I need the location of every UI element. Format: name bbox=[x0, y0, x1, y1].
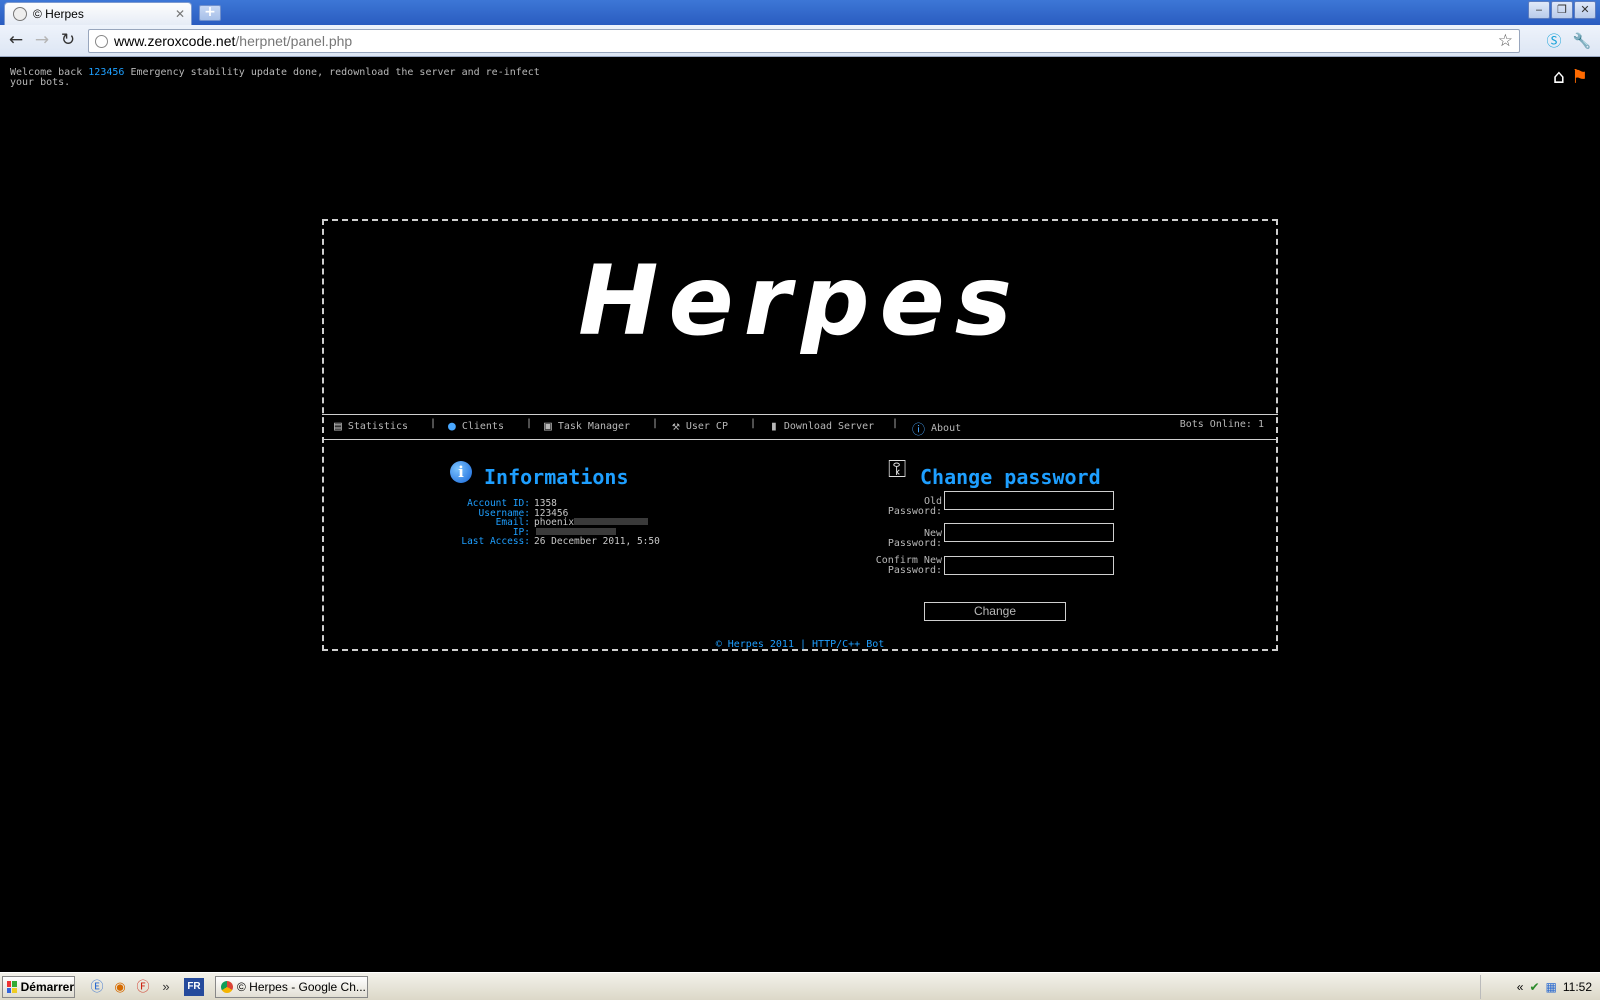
old-password-label: Old Password: bbox=[887, 496, 942, 517]
info-row-email: Email: phoenix bbox=[384, 518, 694, 528]
browser-toolbar: ← → ↻ www.zeroxcode.net/herpnet/panel.ph… bbox=[0, 25, 1600, 57]
welcome-message: Welcome back 123456 Emergency stability … bbox=[10, 67, 540, 88]
nav-separator: | bbox=[430, 418, 437, 429]
globe-icon bbox=[13, 7, 27, 21]
tab-title: © Herpes bbox=[33, 7, 84, 21]
bookmark-star-icon[interactable]: ☆ bbox=[1498, 31, 1513, 51]
tray-expand-icon[interactable]: « bbox=[1517, 980, 1524, 994]
info-icon: i bbox=[450, 461, 472, 483]
windows-logo-icon bbox=[7, 981, 17, 993]
windows-taskbar: Démarrer Ⓔ ◉ Ⓕ » FR © Herpes - Google Ch… bbox=[0, 972, 1600, 1000]
nav-separator: | bbox=[526, 418, 533, 429]
url-text[interactable]: www.zeroxcode.net/herpnet/panel.php bbox=[114, 33, 1492, 49]
home-icon[interactable]: ⌂ bbox=[1553, 67, 1565, 87]
close-tab-icon[interactable]: ✕ bbox=[175, 7, 185, 21]
filezilla-quicklaunch-icon[interactable]: Ⓕ bbox=[134, 978, 152, 996]
wrench-icon: ⚒ bbox=[672, 419, 680, 434]
browser-titlebar: © Herpes ✕ + ‒ ❐ ✕ bbox=[0, 0, 1600, 25]
change-password-button[interactable]: Change bbox=[924, 602, 1066, 621]
nav-clients[interactable]: ● Clients bbox=[448, 419, 504, 434]
firefox-quicklaunch-icon[interactable]: ◉ bbox=[111, 978, 129, 996]
reload-icon[interactable]: ↻ bbox=[58, 30, 78, 50]
account-info: Account ID: 1358 Username: 123456 Email: ph… bbox=[384, 499, 694, 547]
quicklaunch-more-icon[interactable]: » bbox=[157, 978, 175, 996]
user-icon: ● bbox=[448, 419, 456, 434]
info-row-last-access: Last Access: 26 December 2011, 5:50 bbox=[461, 536, 660, 547]
window-controls: ‒ ❐ ✕ bbox=[1528, 1, 1596, 19]
ie-quicklaunch-icon[interactable]: Ⓔ bbox=[88, 978, 106, 996]
main-nav: ▤ Statistics | ● Clients | ▣ Task Manage… bbox=[322, 414, 1278, 440]
clock: 11:52 bbox=[1562, 980, 1592, 994]
new-tab-button[interactable]: + bbox=[199, 5, 221, 21]
new-password-input[interactable] bbox=[944, 523, 1114, 542]
forward-icon[interactable]: → bbox=[32, 30, 52, 50]
herpes-panel: Herpes ▤ Statistics | ● Clients | ▣ Task… bbox=[322, 219, 1278, 651]
redacted-email bbox=[574, 518, 649, 525]
nav-separator: | bbox=[892, 418, 899, 429]
new-password-row: New Password: bbox=[864, 523, 1224, 549]
logout-icon[interactable]: ⚑ bbox=[1571, 67, 1588, 87]
browser-tab[interactable]: © Herpes ✕ bbox=[4, 2, 192, 25]
old-password-input[interactable] bbox=[944, 491, 1114, 510]
system-tray: « ✔ ▦ 11:52 bbox=[1480, 975, 1600, 999]
new-password-label: New Password: bbox=[887, 528, 942, 549]
back-icon[interactable]: ← bbox=[6, 30, 26, 50]
close-window-button[interactable]: ✕ bbox=[1574, 1, 1596, 19]
restore-button[interactable]: ❐ bbox=[1551, 1, 1573, 19]
nav-download-server[interactable]: ▮ Download Server bbox=[770, 419, 874, 434]
nav-user-cp[interactable]: ⚒ User CP bbox=[672, 419, 728, 434]
taskbar-chrome-window[interactable]: © Herpes - Google Ch... bbox=[215, 976, 368, 998]
page-info-icon[interactable] bbox=[95, 34, 108, 48]
antivirus-tray-icon[interactable]: ✔ bbox=[1529, 980, 1539, 994]
change-password-title: Change password bbox=[920, 465, 1101, 489]
start-button[interactable]: Démarrer bbox=[2, 976, 75, 998]
top-right-icons: ⌂ ⚑ bbox=[1553, 67, 1588, 87]
panel-footer: © Herpes 2011 | HTTP/C++ Bot bbox=[715, 639, 885, 650]
nav-separator: | bbox=[652, 418, 659, 429]
info-icon: ⓘ bbox=[912, 423, 926, 438]
task-icon: ▣ bbox=[544, 419, 552, 434]
nav-about[interactable]: ⓘ About bbox=[912, 419, 961, 438]
redacted-ip bbox=[536, 527, 616, 535]
address-bar[interactable]: www.zeroxcode.net/herpnet/panel.php ☆ bbox=[88, 29, 1520, 53]
minimize-button[interactable]: ‒ bbox=[1528, 1, 1550, 19]
skype-extension-icon[interactable]: Ⓢ bbox=[1544, 31, 1564, 51]
old-password-row: Old Password: bbox=[864, 491, 1224, 517]
herpes-logo: Herpes bbox=[578, 245, 1022, 357]
chart-icon: ▤ bbox=[334, 419, 342, 434]
confirm-password-input[interactable] bbox=[944, 556, 1114, 575]
nav-statistics[interactable]: ▤ Statistics bbox=[334, 419, 408, 434]
chrome-icon bbox=[221, 981, 233, 993]
network-tray-icon[interactable]: ▦ bbox=[1546, 980, 1557, 994]
welcome-username[interactable]: 123456 bbox=[88, 67, 124, 78]
server-icon: ▮ bbox=[770, 419, 778, 434]
language-indicator[interactable]: FR bbox=[184, 978, 204, 996]
nav-task-manager[interactable]: ▣ Task Manager bbox=[544, 419, 630, 434]
wrench-menu-icon[interactable]: 🔧 bbox=[1572, 31, 1592, 51]
nav-separator: | bbox=[750, 418, 757, 429]
confirm-password-row: Confirm New Password: bbox=[864, 556, 1224, 578]
confirm-password-label: Confirm New Password: bbox=[875, 555, 942, 576]
key-icon: ⚿ bbox=[888, 455, 907, 483]
bots-online-count: Bots Online: 1 bbox=[1179, 419, 1264, 430]
informations-title: Informations bbox=[484, 465, 629, 489]
